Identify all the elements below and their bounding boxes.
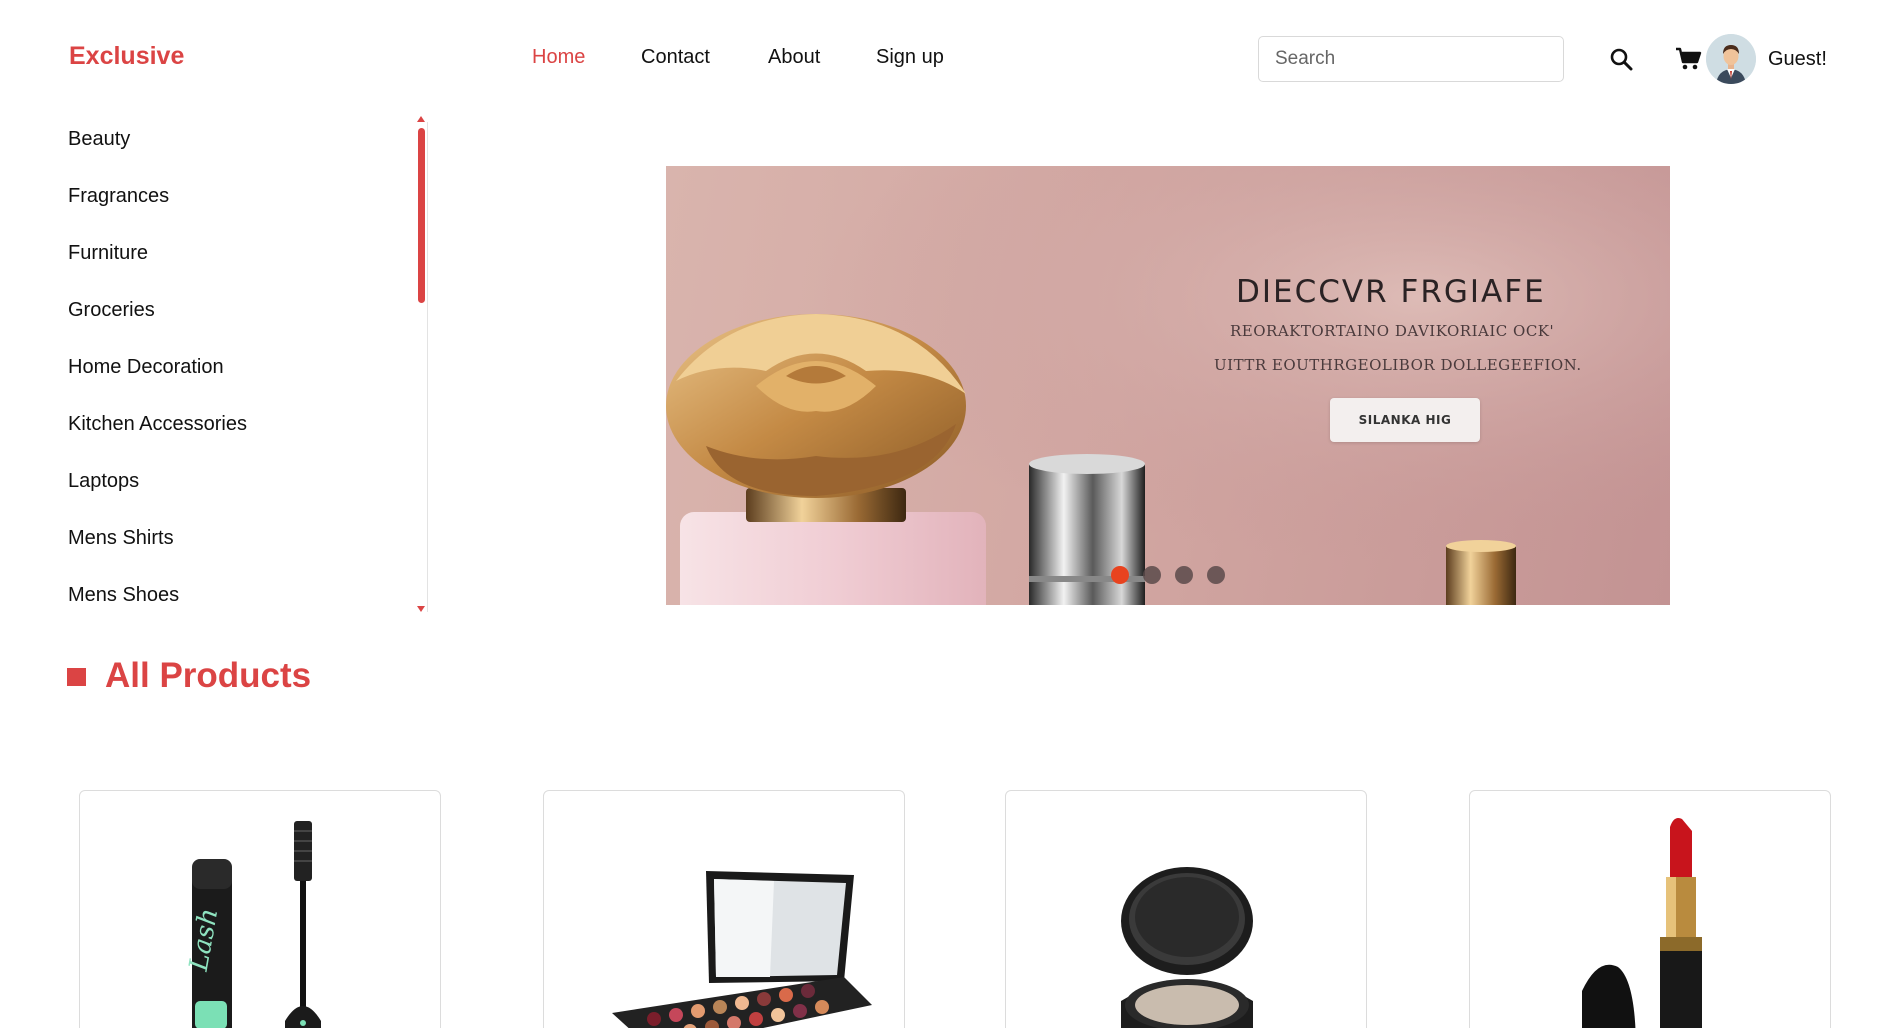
user-avatar-icon[interactable] [1706,34,1756,84]
section-title: All Products [105,656,312,695]
nav-contact-link[interactable]: Contact [641,46,710,69]
sidebar-item-mens-shoes[interactable]: Mens Shoes [68,584,179,607]
powder-compact-image [1121,867,1253,1028]
banner-subtitle-line1: REORAKTORTAINO DAVIKORIAIC OCK' [1230,322,1555,340]
sidebar-item-furniture[interactable]: Furniture [68,242,148,265]
red-lipstick-image [1582,818,1702,1028]
sidebar-item-groceries[interactable]: Groceries [68,299,155,322]
sidebar-item-kitchen-accessories[interactable]: Kitchen Accessories [68,413,247,436]
search-icon[interactable] [1608,46,1634,72]
logo[interactable]: Exclusive [69,42,184,71]
nav-signup-link[interactable]: Sign up [876,46,944,69]
product-card-2[interactable] [543,790,905,1028]
user-greeting: Guest! [1768,48,1827,70]
banner-cta-button[interactable]: SILANKA HIG [1330,398,1480,442]
search-box [1258,36,1564,82]
banner-subtitle-line2: UITTR EOUTHRGEOLIBOR DOLLEGEEFION. [1214,356,1582,374]
banner-heading: DIECCVR FRGIAFE [1236,274,1546,310]
sidebar-item-mens-shirts[interactable]: Mens Shirts [68,527,174,550]
sidebar-item-home-decoration[interactable]: Home Decoration [68,356,224,379]
carousel-dot-2[interactable] [1143,566,1161,584]
nav-home-link[interactable]: Home [532,46,585,69]
scroll-down-arrow-icon[interactable] [417,606,425,612]
product-card-1[interactable]: Lash [79,790,441,1028]
scroll-up-arrow-icon[interactable] [417,116,425,122]
product-card-4[interactable] [1469,790,1831,1028]
sidebar-item-beauty[interactable]: Beauty [68,128,130,151]
carousel-dots [1111,566,1225,584]
nav-about-link[interactable]: About [768,46,820,69]
section-marker [67,668,86,686]
eyeshadow-palette-image [612,871,872,1028]
sidebar-scrollbar-thumb[interactable] [418,128,425,303]
sidebar-item-laptops[interactable]: Laptops [68,470,139,493]
carousel-dot-3[interactable] [1175,566,1193,584]
carousel-dot-1[interactable] [1111,566,1129,584]
mascara-image: Lash [184,821,321,1028]
cart-icon[interactable] [1674,46,1704,72]
product-card-3[interactable] [1005,790,1367,1028]
carousel-dot-4[interactable] [1207,566,1225,584]
hero-banner[interactable]: DIECCVR FRGIAFE REORAKTORTAINO DAVIKORIA… [666,166,1670,605]
sidebar-scroll-track[interactable] [427,122,428,612]
search-input[interactable] [1259,37,1563,81]
banner-image [666,166,1670,605]
sidebar-item-fragrances[interactable]: Fragrances [68,185,169,208]
